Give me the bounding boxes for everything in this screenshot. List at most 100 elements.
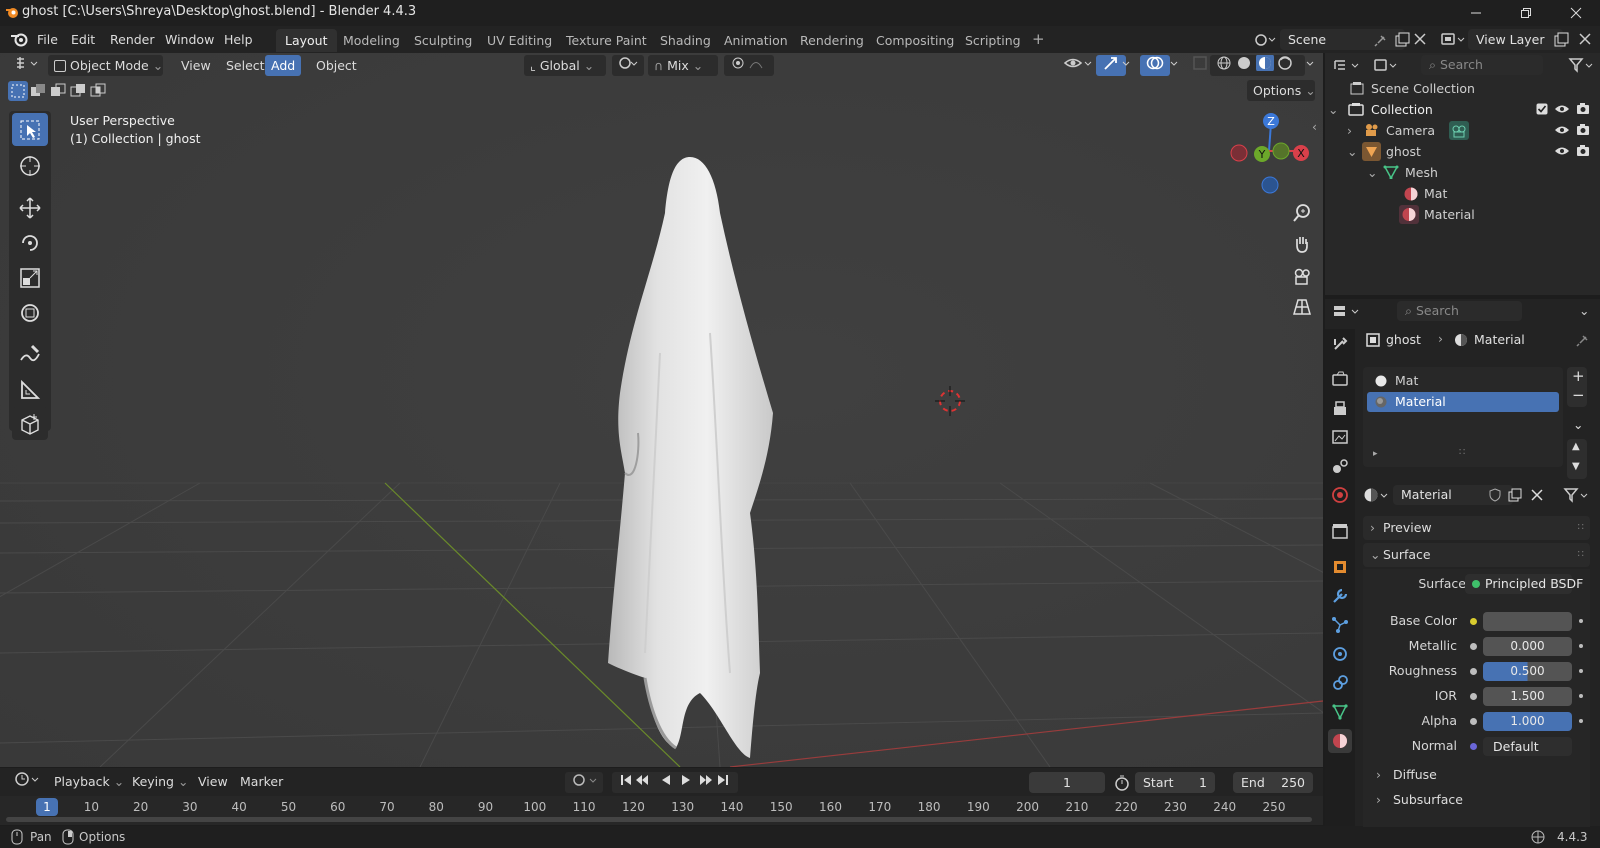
visibility-eye-icon[interactable] <box>1554 103 1570 115</box>
drag-handle-icon[interactable]: ∷ <box>1578 516 1584 540</box>
alpha-socket-icon[interactable] <box>1470 718 1477 725</box>
menu-window[interactable]: Window <box>157 29 222 50</box>
measure-tool[interactable] <box>12 373 48 406</box>
timeline-scrollbar[interactable] <box>6 817 1312 822</box>
expand-triangle-icon[interactable]: ▸ <box>1373 449 1378 459</box>
maximize-button[interactable] <box>1506 2 1546 24</box>
delete-view-layer-icon[interactable] <box>1578 32 1592 46</box>
expand-chevron-icon[interactable]: › <box>1347 120 1352 141</box>
annotate-tool[interactable] <box>12 337 48 370</box>
tab-uv-editing[interactable]: UV Editing <box>478 29 561 52</box>
view-layer-icon[interactable] <box>1440 31 1466 47</box>
new-view-layer-icon[interactable] <box>1553 32 1569 48</box>
end-frame-field[interactable]: End 250 <box>1233 772 1313 793</box>
outliner-editor-type-icon[interactable] <box>1332 57 1362 73</box>
mesh-data-tab-icon[interactable] <box>1328 700 1352 724</box>
select-intersect-icon[interactable] <box>88 81 108 101</box>
metallic-slider[interactable]: 0.000 <box>1483 637 1572 656</box>
scene-type-icon[interactable] <box>1254 31 1276 47</box>
diffuse-subpanel-header[interactable]: › Diffuse <box>1363 763 1590 787</box>
rotate-tool[interactable] <box>12 226 48 259</box>
pivot-point-dropdown[interactable] <box>612 55 644 76</box>
roughness-socket-icon[interactable] <box>1470 668 1477 675</box>
tool-tab-icon[interactable] <box>1328 332 1352 356</box>
tab-rendering[interactable]: Rendering <box>791 29 873 52</box>
display-mode-icon[interactable] <box>1373 57 1399 73</box>
3d-viewport[interactable]: Object Mode ⌄ View Select Add Object ⌞ G… <box>0 53 1323 767</box>
tab-texture-paint[interactable]: Texture Paint <box>557 29 656 52</box>
select-invert-icon[interactable] <box>68 81 88 101</box>
fake-user-shield-icon[interactable] <box>1488 488 1502 502</box>
material-slot[interactable]: Mat <box>1367 371 1559 391</box>
timeline-editor-type-icon[interactable] <box>8 771 48 792</box>
remove-slot-button[interactable]: − <box>1572 386 1585 404</box>
move-slot-down-button[interactable]: ▼ <box>1572 461 1580 472</box>
expand-chevron-icon[interactable]: ⌄ <box>1347 141 1357 162</box>
outliner-row-mat[interactable]: Mat <box>1325 183 1600 204</box>
view-layer-tab-icon[interactable] <box>1328 425 1352 449</box>
camera-data-icon[interactable] <box>1449 121 1469 140</box>
slot-specials-chevron-icon[interactable]: ⌄ <box>1573 417 1583 432</box>
keyframe-dot-icon[interactable] <box>1579 719 1583 723</box>
ior-socket-icon[interactable] <box>1470 693 1477 700</box>
outliner-row-mesh[interactable]: ⌄ Mesh <box>1325 162 1600 183</box>
select-subtract-icon[interactable] <box>48 81 68 101</box>
minimize-button[interactable] <box>1456 2 1496 24</box>
move-slot-up-button[interactable]: ▲ <box>1572 441 1580 452</box>
viewport-menu-select[interactable]: Select <box>220 55 271 76</box>
timeline-menu-keying[interactable]: Keying ⌄ <box>126 771 194 792</box>
sidebar-toggle-chevron[interactable]: ‹ <box>1312 119 1317 134</box>
constraints-tab-icon[interactable] <box>1328 671 1352 695</box>
keyframe-dot-icon[interactable] <box>1579 694 1583 698</box>
particles-tab-icon[interactable] <box>1328 613 1352 637</box>
add-workspace-button[interactable]: + <box>1024 29 1053 50</box>
cursor-tool[interactable] <box>12 149 48 182</box>
expand-chevron-icon[interactable]: ⌄ <box>1367 162 1377 183</box>
object-tab-icon[interactable] <box>1328 555 1352 579</box>
render-camera-icon[interactable] <box>1576 123 1590 137</box>
material-slot-list[interactable]: Mat Material ▸ ∷ <box>1363 367 1563 467</box>
tab-compositing[interactable]: Compositing <box>867 29 963 52</box>
drag-handle-icon[interactable]: ∷ <box>1578 543 1584 567</box>
blender-menu-icon[interactable] <box>10 31 28 47</box>
base-color-swatch[interactable] <box>1483 612 1572 631</box>
alpha-slider[interactable]: 1.000 <box>1483 712 1572 731</box>
base-color-socket-icon[interactable] <box>1470 618 1477 625</box>
tab-animation[interactable]: Animation <box>715 29 797 52</box>
viewport-options-button[interactable]: Options ⌄ <box>1247 80 1316 101</box>
proportional-editing-toggle[interactable] <box>724 55 774 76</box>
material-browse-icon[interactable] <box>1363 486 1393 504</box>
pin-icon[interactable] <box>1576 333 1590 347</box>
scale-tool[interactable] <box>12 261 48 294</box>
ghost-mesh[interactable] <box>590 153 800 767</box>
timeline-menu-marker[interactable]: Marker <box>234 771 289 792</box>
mode-selector[interactable]: Object Mode ⌄ <box>48 55 163 76</box>
tab-shading[interactable]: Shading <box>651 29 720 52</box>
auto-keying-toggle[interactable] <box>565 772 603 793</box>
shading-mode-buttons[interactable] <box>1210 55 1305 76</box>
pan-hand-icon[interactable] <box>1288 230 1316 258</box>
add-slot-button[interactable]: + <box>1572 367 1585 385</box>
menu-file[interactable]: File <box>29 29 66 50</box>
filter-icon[interactable] <box>1568 57 1594 73</box>
unlink-material-icon[interactable] <box>1530 488 1544 502</box>
roughness-slider[interactable]: 0.500 <box>1483 662 1572 681</box>
pin-icon[interactable] <box>1374 33 1388 47</box>
new-scene-icon[interactable] <box>1394 32 1410 48</box>
menu-help[interactable]: Help <box>216 29 261 50</box>
material-filter-icon[interactable] <box>1563 486 1589 504</box>
camera-view-icon[interactable] <box>1288 262 1316 290</box>
menu-render[interactable]: Render <box>102 29 163 50</box>
gizmo-dropdown[interactable] <box>1116 55 1138 76</box>
resize-handle-icon[interactable]: ∷ <box>1459 447 1465 458</box>
outliner-row-material[interactable]: Material <box>1325 204 1600 225</box>
navigation-gizmo[interactable]: Z Y X <box>1225 111 1310 201</box>
shading-dropdown[interactable] <box>1300 55 1322 76</box>
snap-dropdown[interactable]: ∩ Mix ⌄ <box>648 55 718 76</box>
delete-scene-icon[interactable] <box>1413 32 1427 46</box>
current-frame-field[interactable]: 1 <box>1029 772 1105 793</box>
tab-modeling[interactable]: Modeling <box>334 29 409 52</box>
metallic-socket-icon[interactable] <box>1470 643 1477 650</box>
overlays-dropdown[interactable] <box>1164 55 1186 76</box>
viewport-menu-object[interactable]: Object <box>310 55 363 76</box>
